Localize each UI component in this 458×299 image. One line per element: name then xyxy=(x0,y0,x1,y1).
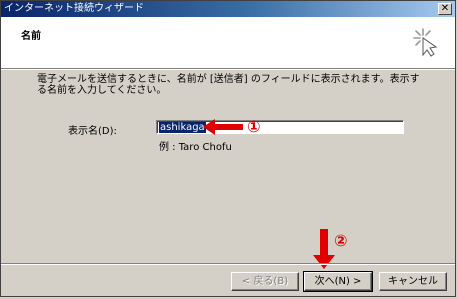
window-title: インターネット接続ウィザード xyxy=(4,3,144,14)
wizard-window: インターネット接続ウィザード ✕ 名前 電子メールを送信するときに、名前が [送… xyxy=(0,0,456,297)
wizard-header: 名前 xyxy=(1,17,455,69)
display-name-input[interactable]: ashikaga xyxy=(156,120,404,134)
instruction-text: 電子メールを送信するときに、名前が [送信者] のフィールドに表示されます。表示… xyxy=(37,74,420,96)
annotation-marker-2: ② xyxy=(334,231,348,250)
title-bar: インターネット接続ウィザード ✕ xyxy=(1,1,455,17)
display-name-value: ashikaga xyxy=(159,122,206,133)
button-separator-highlight xyxy=(1,264,455,265)
next-button[interactable]: 次へ(N) > xyxy=(303,271,373,292)
wizard-sparkle-icon xyxy=(413,28,438,57)
close-button[interactable]: ✕ xyxy=(438,3,452,15)
cancel-button[interactable]: キャンセル xyxy=(379,272,447,291)
annotation-marker-1: ① xyxy=(247,117,261,136)
display-name-label: 表示名(D): xyxy=(68,126,117,137)
close-icon: ✕ xyxy=(440,3,450,14)
header-divider xyxy=(1,69,455,70)
example-text: 例 : Taro Chofu xyxy=(159,142,232,153)
back-button[interactable]: < 戻る(B) xyxy=(231,272,299,291)
page-title: 名前 xyxy=(21,31,41,42)
red-arrow-left-icon xyxy=(203,119,243,135)
